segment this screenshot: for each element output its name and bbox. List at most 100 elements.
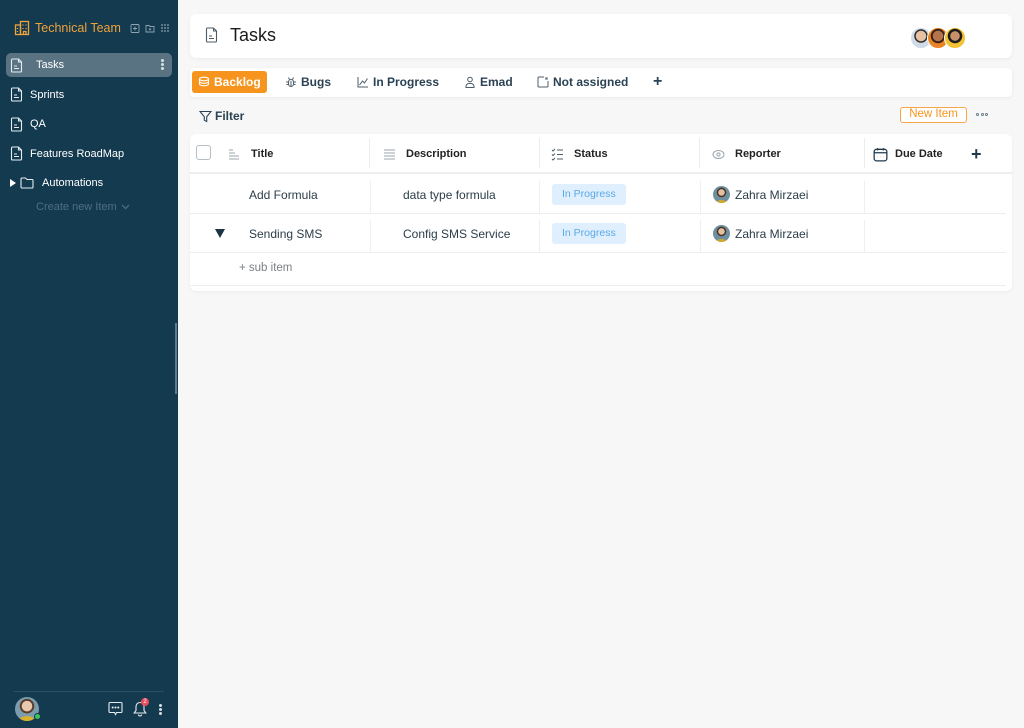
status-badge[interactable]: In Progress [552,223,626,244]
add-tab-button[interactable]: + [653,73,662,91]
sidebar-item-label: Tasks [36,59,65,71]
column-divider[interactable] [539,138,540,168]
sidebar-item-label: Features RoadMap [30,147,125,160]
more-options-icon[interactable] [161,59,164,70]
document-icon [10,57,23,73]
page-header: Tasks [190,14,1012,58]
cell-divider [370,181,371,214]
text-long-icon [384,149,395,159]
add-sub-item-button[interactable]: + sub item [239,262,292,274]
calendar-icon [873,147,888,161]
tab-label: In Progress [373,75,440,89]
table-row[interactable]: Sending SMS Config SMS Service In Progre… [190,214,1006,253]
sidebar-resize-handle[interactable] [175,323,177,394]
cell-divider [700,181,701,214]
document-icon [10,146,23,161]
column-divider[interactable] [369,138,370,168]
chevron-down-icon [121,204,130,210]
cell-due-date[interactable] [870,175,1000,214]
page-title: Tasks [230,25,277,45]
column-header-status[interactable]: Status [551,134,608,174]
sidebar-item-label: QA [30,118,46,131]
sidebar-nav: Tasks Sprints QA Features RoadMap Automa… [6,53,172,213]
tab-bugs[interactable]: Bugs [279,71,337,93]
status-badge[interactable]: In Progress [552,184,626,205]
sidebar-item-features-roadmap[interactable]: Features RoadMap [6,142,172,166]
column-header-description[interactable]: Description [383,134,467,174]
filter-label: Filter [215,109,245,123]
column-header-reporter[interactable]: Reporter [712,134,781,174]
checklist-icon [551,148,563,161]
sidebar-item-sprints[interactable]: Sprints [6,83,172,107]
notification-badge: 2 [141,698,149,706]
cell-due-date[interactable] [870,214,1000,253]
new-item-button[interactable]: New Item [900,107,967,123]
more-options-icon[interactable] [976,113,988,116]
create-new-item-label: Create new Item [36,200,117,213]
select-all-checkbox[interactable] [196,145,211,160]
table-header: Title Description Status Reporter Due Da… [190,134,1012,174]
cell-title[interactable]: Sending SMS [249,214,322,253]
reporter-avatar [713,186,730,203]
cell-divider [370,220,371,253]
cell-reporter[interactable]: Zahra Mirzaei [713,175,808,214]
add-page-icon[interactable] [130,23,140,33]
add-column-button[interactable]: + [971,144,982,165]
tasks-table: Title Description Status Reporter Due Da… [190,134,1012,291]
cell-divider [539,181,540,214]
cell-divider [700,220,701,253]
tab-label: Emad [480,75,513,89]
column-header-title[interactable]: Title [228,134,273,174]
column-label: Reporter [735,148,781,160]
column-header-due-date[interactable]: Due Date [873,134,943,174]
cell-reporter[interactable]: Zahra Mirzaei [713,214,808,253]
filter-button[interactable]: Filter [199,109,244,123]
tab-label: Bugs [301,75,331,89]
unassigned-icon [537,76,549,88]
bug-icon [286,77,296,87]
cell-divider [864,220,865,253]
member-avatar[interactable] [944,27,966,49]
document-icon [205,27,218,43]
tab-label: Not assigned [553,75,629,89]
table-footer-divider [190,285,1006,286]
tab-not-assigned[interactable]: Not assigned [531,71,634,93]
sidebar-item-label: Sprints [30,88,65,101]
folder-icon [20,177,34,189]
reporter-name: Zahra Mirzaei [735,226,809,241]
tab-in-progress[interactable]: In Progress [351,71,445,93]
chat-icon[interactable] [108,701,123,716]
document-icon [10,87,23,102]
online-status-indicator [34,713,41,720]
building-icon [14,20,30,36]
more-options-icon[interactable] [159,704,162,715]
cell-divider [539,220,540,253]
column-label: Title [251,148,274,160]
column-divider[interactable] [864,138,865,168]
reporter-name: Zahra Mirzaei [735,187,809,202]
create-new-item-button[interactable]: Create new Item [6,201,172,213]
grid-icon[interactable] [160,23,170,33]
cell-title[interactable]: Add Formula [249,175,318,214]
sidebar-item-tasks[interactable]: Tasks [6,53,172,77]
collapse-caret-icon[interactable] [215,229,225,238]
sidebar-item-automations[interactable]: Automations [6,171,172,195]
reporter-avatar [713,225,730,242]
add-folder-icon[interactable] [145,23,155,33]
tab-label: Backlog [214,75,261,89]
tab-emad[interactable]: Emad [458,71,519,93]
eye-icon [712,149,725,159]
cell-description[interactable]: data type formula [403,175,496,214]
cell-description[interactable]: Config SMS Service [403,214,510,253]
column-label: Due Date [895,148,943,160]
column-divider[interactable] [699,138,700,168]
cell-divider [864,181,865,214]
sidebar-item-qa[interactable]: QA [6,112,172,136]
expand-caret-icon[interactable] [10,179,16,188]
tab-backlog[interactable]: Backlog [192,71,267,93]
team-header[interactable]: Technical Team [14,20,170,36]
member-avatars[interactable] [910,27,966,49]
team-name: Technical Team [35,21,121,35]
sidebar-divider [14,691,164,692]
table-row[interactable]: Add Formula data type formula In Progres… [190,175,1006,214]
